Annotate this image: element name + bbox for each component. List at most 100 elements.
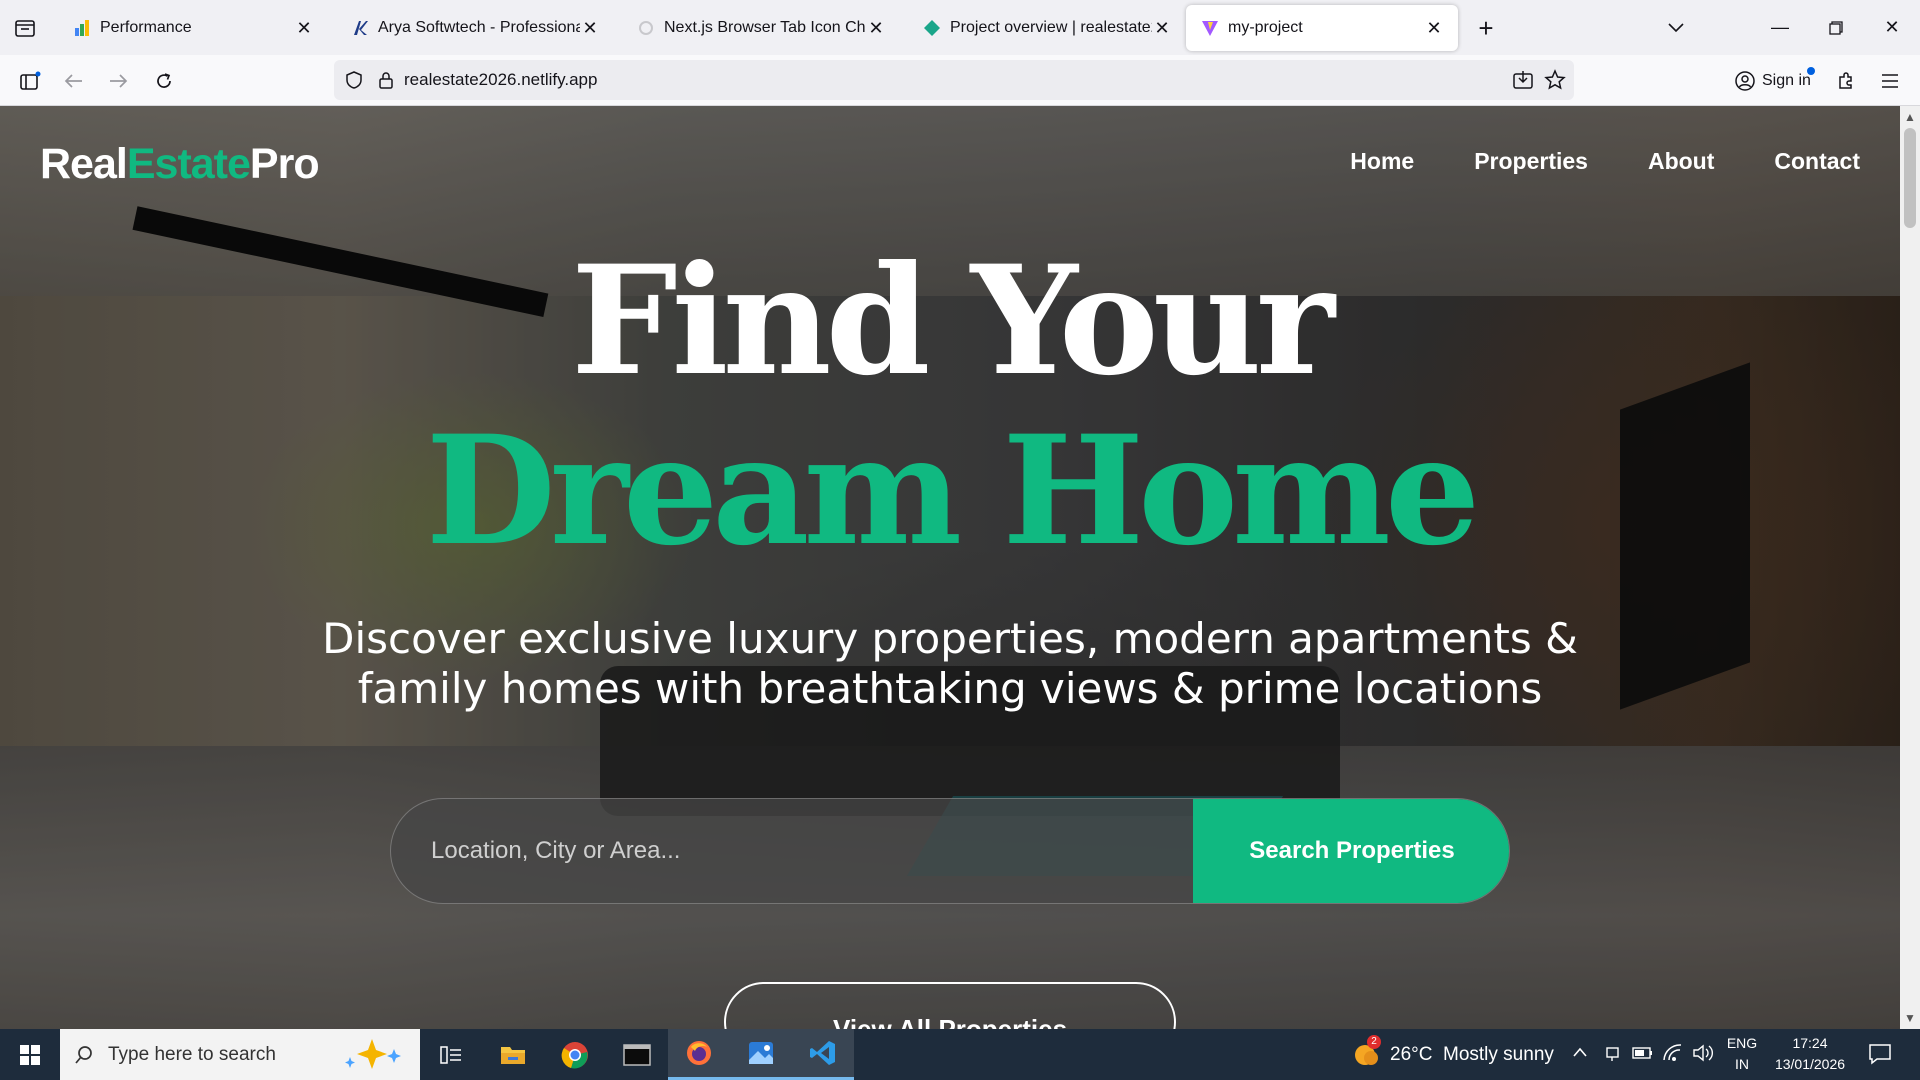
logo-part-real: Real	[40, 140, 128, 188]
chevron-down-icon	[1668, 23, 1684, 33]
wifi-icon[interactable]	[1662, 1043, 1684, 1068]
reload-icon	[157, 73, 171, 88]
lock-icon[interactable]	[378, 70, 394, 90]
tab-title: Project overview | realestate202	[950, 19, 1152, 36]
start-button[interactable]	[0, 1029, 60, 1080]
install-app-icon[interactable]	[1512, 69, 1534, 91]
tab-list-button[interactable]	[0, 0, 50, 55]
show-hidden-icons-chevron-icon[interactable]	[1572, 1045, 1588, 1063]
minimize-icon: —	[1771, 17, 1789, 37]
firefox-button[interactable]	[668, 1029, 730, 1080]
terminal-button[interactable]	[606, 1029, 668, 1080]
back-button[interactable]	[56, 63, 92, 99]
notification-dot	[1806, 67, 1815, 75]
sidebar-icon	[20, 71, 41, 90]
hero-subtitle: Discover exclusive luxury properties, mo…	[250, 614, 1650, 714]
forward-button[interactable]	[100, 63, 136, 99]
tab-title: Next.js Browser Tab Icon Chang	[664, 19, 866, 36]
page-scrollbar[interactable]: ▲ ▼	[1900, 106, 1920, 1029]
puzzle-icon	[1839, 72, 1852, 89]
taskbar-search-box[interactable]: Type here to search	[60, 1029, 420, 1080]
weather-text[interactable]: 26°C Mostly sunny	[1390, 1044, 1554, 1066]
tab-strip: Performance ✕ Arya Softwtech - Professio…	[0, 0, 1920, 55]
meet-now-icon[interactable]	[1604, 1043, 1622, 1068]
bookmark-star-icon[interactable]	[1544, 69, 1566, 91]
task-view-icon	[440, 1045, 461, 1064]
folder-icon	[501, 1046, 525, 1064]
clock-date[interactable]: 13/01/2026	[1770, 1056, 1850, 1072]
property-search-bar: Search Properties	[390, 798, 1510, 904]
input-language-bottom[interactable]: IN	[1720, 1056, 1764, 1072]
arrow-left-icon	[64, 74, 82, 88]
url-text[interactable]: realestate2026.netlify.app	[404, 70, 597, 90]
hero-subtitle-line1: Discover exclusive luxury properties, mo…	[322, 614, 1578, 663]
app-menu-button[interactable]	[1872, 63, 1908, 99]
sidebar-button[interactable]	[12, 63, 48, 99]
search-highlight-stars-icon	[345, 1039, 401, 1069]
close-window-button[interactable]: ✕	[1864, 0, 1920, 55]
weather-badge: 2	[1367, 1035, 1381, 1049]
photos-button[interactable]	[730, 1029, 792, 1080]
tab-performance[interactable]: Performance ✕	[58, 5, 328, 51]
vscode-button[interactable]	[792, 1029, 854, 1080]
close-icon[interactable]: ✕	[294, 18, 314, 38]
nav-link-home[interactable]: Home	[1350, 148, 1414, 175]
nav-link-properties[interactable]: Properties	[1474, 148, 1588, 175]
vite-icon	[1200, 18, 1220, 38]
arrow-right-icon	[110, 74, 128, 88]
vscode-icon	[810, 1041, 835, 1065]
tab-title: Arya Softwtech - Professional So	[378, 19, 580, 36]
tab-title: my-project	[1228, 19, 1303, 36]
firefox-icon	[687, 1041, 711, 1065]
chrome-button[interactable]	[544, 1029, 606, 1080]
sign-in-label: Sign in	[1762, 72, 1811, 89]
view-all-properties-button[interactable]: View All Properties	[724, 982, 1176, 1029]
scrollbar-thumb[interactable]	[1904, 128, 1916, 228]
netlify-diamond-icon	[922, 18, 942, 38]
chart-icon	[72, 18, 92, 38]
account-icon	[1735, 71, 1755, 91]
list-all-tabs-button[interactable]	[1660, 12, 1692, 44]
tab-title: Performance	[100, 19, 192, 36]
scroll-down-icon[interactable]: ▼	[1903, 1011, 1917, 1025]
file-explorer-button[interactable]	[482, 1029, 544, 1080]
shield-icon[interactable]	[344, 70, 364, 90]
scroll-up-icon[interactable]: ▲	[1903, 110, 1917, 124]
close-icon[interactable]: ✕	[1152, 18, 1172, 38]
extensions-button[interactable]	[1828, 63, 1864, 99]
nav-link-about[interactable]: About	[1648, 148, 1714, 175]
search-properties-button[interactable]: Search Properties	[1193, 799, 1509, 903]
sign-in-button[interactable]: Sign in	[1726, 63, 1819, 99]
input-language-top[interactable]: ENG	[1720, 1035, 1764, 1051]
close-icon[interactable]: ✕	[580, 18, 600, 38]
minimize-button[interactable]: —	[1752, 0, 1808, 55]
hamburger-icon	[1882, 74, 1898, 88]
close-icon[interactable]: ✕	[866, 18, 886, 38]
restore-icon	[1829, 20, 1843, 35]
close-icon[interactable]: ✕	[1424, 18, 1444, 38]
location-search-input[interactable]	[391, 799, 1191, 903]
tab-netlify-project[interactable]: Project overview | realestate202 ✕	[908, 5, 1186, 51]
new-tab-button[interactable]: +	[1470, 12, 1502, 44]
close-icon: ✕	[1884, 17, 1900, 37]
restore-button[interactable]	[1808, 0, 1864, 55]
site-nav: Home Properties About Contact	[1350, 148, 1860, 175]
hero-title-line2: Dream Home	[425, 403, 1481, 579]
loading-icon	[636, 18, 656, 38]
tab-arya-softwtech[interactable]: Arya Softwtech - Professional So ✕	[336, 5, 614, 51]
battery-icon[interactable]	[1632, 1044, 1654, 1067]
task-view-button[interactable]	[420, 1029, 482, 1080]
hero-subtitle-line2: family homes with breathtaking views & p…	[357, 664, 1543, 713]
address-bar[interactable]: realestate2026.netlify.app	[334, 60, 1574, 100]
search-icon	[75, 1045, 92, 1064]
logo-part-estate: Estate	[126, 140, 251, 188]
volume-icon[interactable]	[1692, 1043, 1716, 1068]
nav-link-contact[interactable]: Contact	[1774, 148, 1860, 175]
tab-nextjs[interactable]: Next.js Browser Tab Icon Chang ✕	[622, 5, 900, 51]
reload-button[interactable]	[146, 63, 182, 99]
site-logo[interactable]: RealEstatePro	[40, 140, 320, 189]
notification-center-icon[interactable]	[1868, 1043, 1892, 1070]
tab-my-project[interactable]: my-project ✕	[1186, 5, 1458, 51]
clock-time[interactable]: 17:24	[1770, 1035, 1850, 1051]
logo-part-pro: Pro	[249, 140, 320, 188]
